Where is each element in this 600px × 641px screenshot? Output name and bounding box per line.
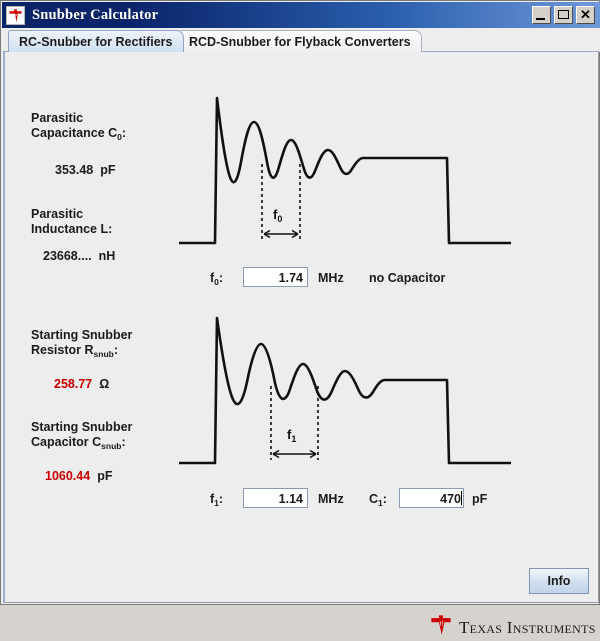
c1-label-base: C (369, 492, 379, 506)
starting-snubber-capacitor-label: Starting Snubber Capacitor Csnub: (31, 420, 132, 451)
close-button[interactable]: ✕ (576, 6, 595, 24)
f1-label-subscript: 1 (214, 498, 219, 508)
value-number: 258.77 (54, 377, 93, 391)
tab-panel-rc-snubber: Parasitic Capacitance C0: 353.48 pF Paras… (3, 51, 599, 637)
label-subscript: 0 (117, 132, 122, 142)
tab-rc-snubber-for-rectifiers[interactable]: RC-Snubber for Rectifiers (8, 30, 184, 52)
c1-label-colon: : (382, 492, 387, 506)
f0-label-colon: : (218, 271, 224, 285)
ringing-waveform-damped: f1 (173, 308, 518, 478)
tab-bar: RC-Snubber for Rectifiers RCD-Snubber fo… (2, 28, 600, 52)
label-line-2: Capacitance C (31, 126, 118, 140)
info-button-label: Info (547, 574, 571, 588)
ti-logo-icon: ti (430, 614, 452, 641)
value-unit: pF (97, 469, 113, 483)
window-controls: ✕ (532, 6, 600, 24)
f0-unit-label: MHz (318, 271, 344, 285)
label-line-1: Starting Snubber (31, 420, 133, 434)
label-line-1: Parasitic (31, 111, 84, 125)
f1-input[interactable] (243, 488, 308, 508)
svg-text:ti: ti (440, 621, 444, 628)
value-unit: Ω (99, 377, 110, 391)
value-number: 353.48 (55, 163, 94, 177)
f1-unit-label: MHz (318, 492, 344, 506)
label-subscript: snub (93, 349, 114, 359)
label-colon: : (121, 126, 127, 140)
info-button[interactable]: Info (529, 568, 589, 594)
f1-field-label: f1: (210, 492, 224, 508)
value-number: 1060.44 (45, 469, 91, 483)
parasitic-capacitance-value: 353.48 pF (55, 163, 116, 177)
no-capacitor-note: no Capacitor (369, 271, 446, 285)
value-unit: pF (100, 163, 116, 177)
c1-field-label: C1: (369, 492, 387, 508)
label-subscript: snub (101, 441, 122, 451)
starting-snubber-capacitor-value: 1060.44 pF (45, 469, 112, 483)
value-unit: nH (98, 249, 116, 263)
f0-label-subscript: 0 (214, 277, 219, 287)
value-number: 23668.... (43, 249, 92, 263)
f1-label-colon: : (218, 492, 224, 506)
svg-text:f0: f0 (273, 207, 282, 224)
parasitic-capacitance-label: Parasitic Capacitance C0: (31, 111, 126, 142)
window-title: Snubber Calculator (32, 6, 159, 23)
text-caret (461, 491, 462, 505)
c1-input[interactable] (399, 488, 464, 508)
minimize-button[interactable] (532, 6, 551, 24)
c1-unit-label: pF (472, 492, 488, 506)
label-line-2: Inductance L: (31, 222, 113, 236)
ti-brand-text: Texas Instruments (459, 617, 596, 637)
label-line-1: Parasitic (31, 207, 84, 221)
ti-logo-icon: ti (6, 5, 25, 25)
label-line-2: Capacitor C (31, 435, 102, 449)
tab-label: RCD-Snubber for Flyback Converters (189, 34, 411, 49)
label-colon: : (121, 435, 126, 449)
label-colon: : (113, 343, 119, 357)
app-window: ti Snubber Calculator ✕ RC-Snubber for R… (0, 0, 600, 637)
tab-rcd-snubber-for-flyback-converters[interactable]: RCD-Snubber for Flyback Converters (178, 30, 422, 52)
texas-instruments-logo: ti Texas Instruments (430, 614, 596, 641)
starting-snubber-resistor-label: Starting Snubber Resistor Rsnub: (31, 328, 132, 359)
parasitic-inductance-value: 23668.... nH (43, 249, 115, 263)
title-bar: ti Snubber Calculator ✕ (2, 2, 600, 28)
c1-label-subscript: 1 (378, 498, 383, 508)
f0-field-label: f0: (210, 271, 224, 287)
svg-text:f1: f1 (287, 427, 296, 444)
parasitic-inductance-label: Parasitic Inductance L: (31, 207, 112, 237)
maximize-button[interactable] (554, 6, 573, 24)
starting-snubber-resistor-value: 258.77 Ω (54, 377, 109, 391)
label-line-1: Starting Snubber (31, 328, 133, 342)
f0-input[interactable] (243, 267, 308, 287)
tab-label: RC-Snubber for Rectifiers (19, 34, 173, 49)
label-line-2: Resistor R (31, 343, 94, 357)
ringing-waveform-undamped: f0 (173, 88, 518, 258)
